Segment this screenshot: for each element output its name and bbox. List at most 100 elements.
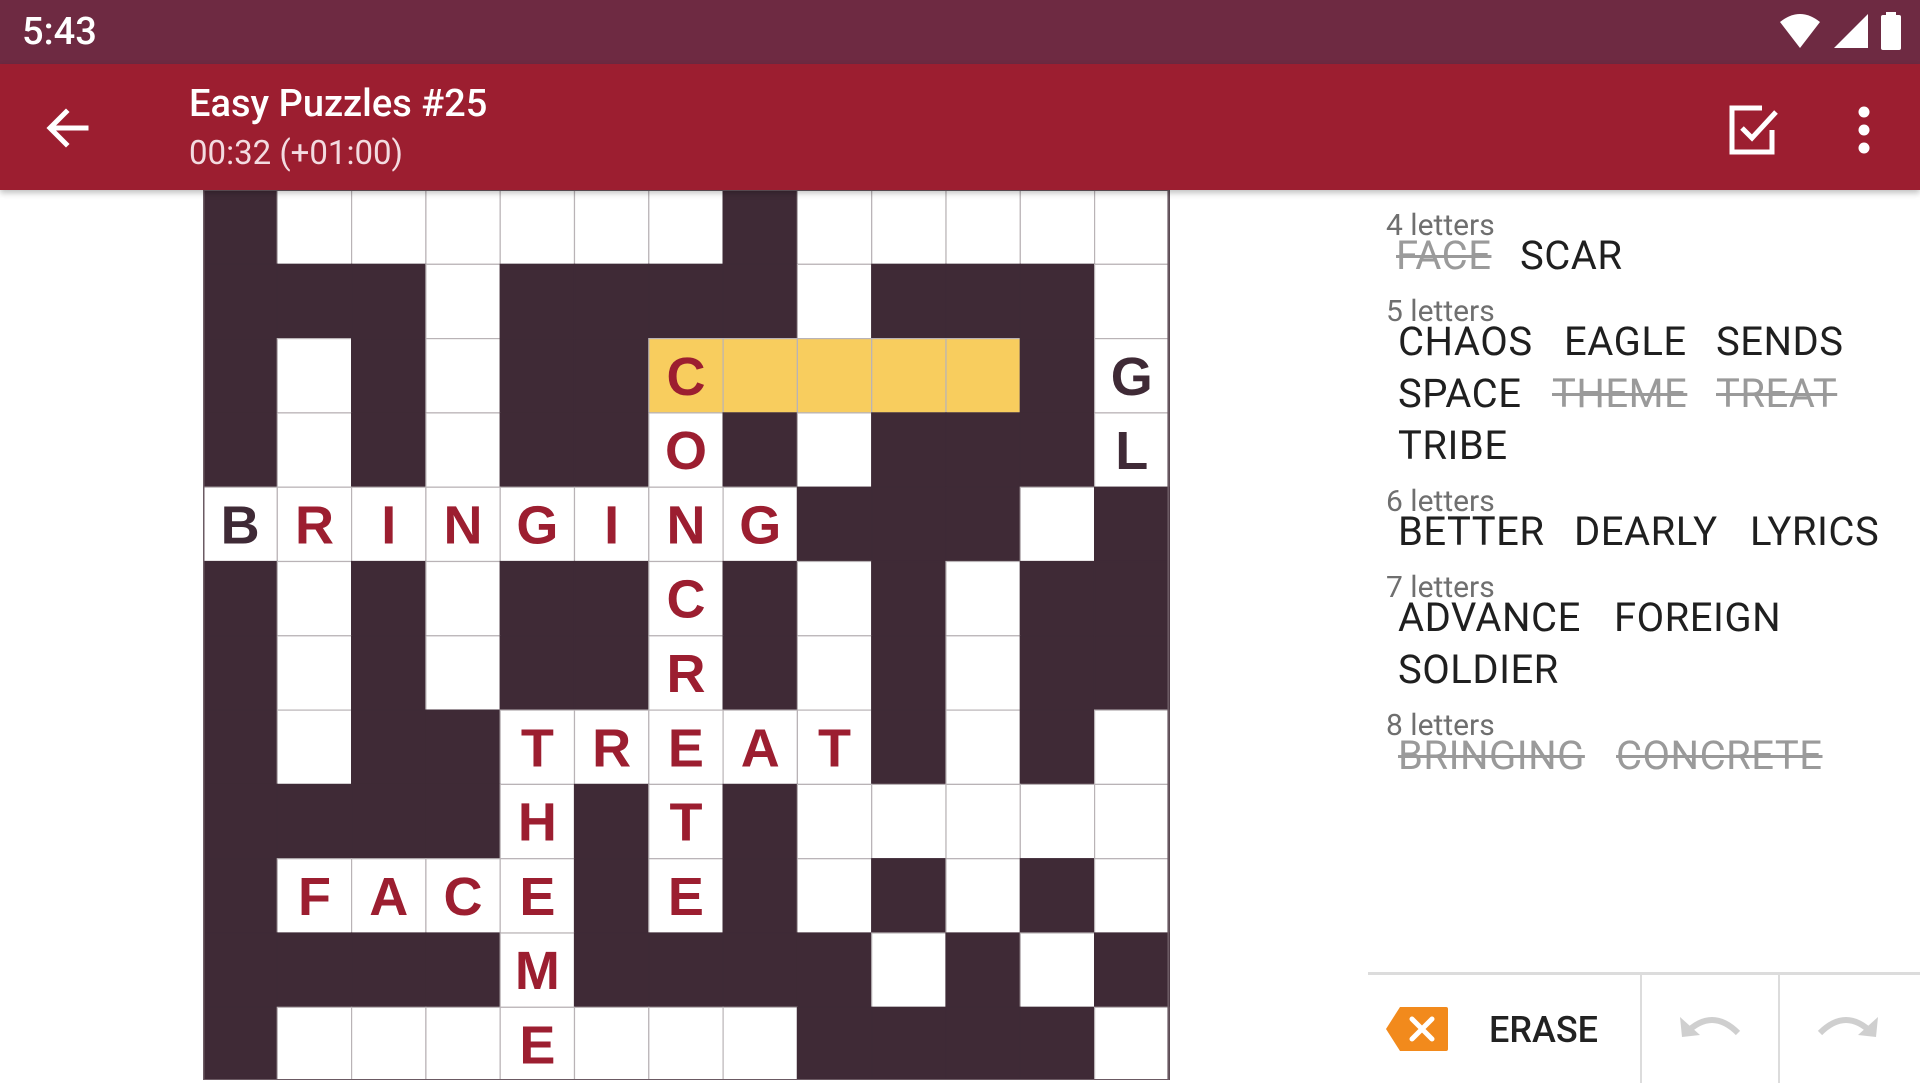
grid-cell[interactable] (276, 635, 353, 711)
grid-letter: R (295, 495, 334, 555)
grid-cell[interactable] (722, 338, 798, 414)
grid-cell[interactable] (276, 338, 353, 414)
grid-cell-block (648, 263, 724, 340)
wifi-icon (1780, 14, 1821, 48)
grid-cell-block (722, 560, 798, 637)
grid-cell[interactable] (573, 190, 650, 265)
grid-cell-block (203, 560, 278, 637)
status-icons (1772, 12, 1902, 52)
grid-cell[interactable] (945, 858, 1021, 934)
grid-cell[interactable] (425, 190, 501, 265)
grid-cell[interactable] (351, 1006, 427, 1080)
undo-button[interactable] (1642, 975, 1778, 1083)
grid-cell-block (1019, 635, 1096, 711)
grid-cell-block (796, 1006, 873, 1080)
grid-cell[interactable] (1093, 858, 1170, 934)
grid-cell-block (573, 412, 650, 488)
word-remaining: SENDS (1716, 318, 1844, 365)
grid-cell-block (499, 338, 576, 414)
grid-cell[interactable] (425, 263, 501, 340)
grid-cell[interactable] (499, 190, 576, 265)
grid-cell[interactable] (796, 560, 873, 637)
grid-letter: I (604, 495, 619, 555)
grid-cell[interactable] (945, 783, 1021, 860)
grid-cell[interactable] (871, 783, 947, 860)
grid-cell-block (351, 412, 427, 488)
grid-cell[interactable] (648, 190, 724, 265)
grid-cell[interactable] (722, 1006, 798, 1080)
grid-cell[interactable] (945, 338, 1021, 414)
grid-cell[interactable] (796, 412, 873, 488)
grid-cell-block (573, 932, 650, 1008)
grid-cell[interactable] (276, 1006, 353, 1080)
grid-cell[interactable] (1093, 190, 1170, 265)
grid-cell[interactable] (945, 190, 1021, 265)
erase-label: ERASE (1489, 1009, 1599, 1051)
more-options-button[interactable] (1840, 100, 1888, 160)
grid-cell-block (203, 635, 278, 711)
crossword-grid[interactable]: CGOLBRINGINGCRTREATHTFACEEME (203, 190, 1170, 1080)
grid-cell[interactable] (796, 263, 873, 340)
grid-cell[interactable] (351, 190, 427, 265)
grid-cell[interactable] (1019, 783, 1096, 860)
redo-button[interactable] (1780, 975, 1920, 1083)
grid-cell[interactable] (425, 1006, 501, 1080)
grid-cell[interactable] (648, 1006, 724, 1080)
grid-cell-block (1019, 412, 1096, 488)
word-remaining: SPACE (1398, 370, 1522, 417)
grid-cell-block (351, 709, 427, 785)
undo-icon (1680, 1017, 1741, 1037)
grid-cell[interactable] (1093, 709, 1170, 785)
grid-cell-block (203, 412, 278, 488)
grid-cell[interactable] (796, 783, 873, 860)
grid-cell-block (871, 1006, 947, 1080)
grid-cell[interactable] (276, 709, 353, 785)
grid-cell[interactable] (425, 412, 501, 488)
grid-cell[interactable] (276, 412, 353, 488)
grid-cell[interactable] (796, 338, 873, 414)
grid-cell[interactable] (1019, 190, 1096, 265)
grid-cell[interactable] (871, 190, 947, 265)
grid-cell[interactable] (425, 560, 501, 637)
grid-cell[interactable] (945, 709, 1021, 785)
grid-cell[interactable] (1019, 932, 1096, 1008)
check-button[interactable] (1722, 100, 1782, 160)
grid-cell[interactable] (1093, 783, 1170, 860)
grid-cell[interactable] (425, 635, 501, 711)
more-vert-icon (1858, 106, 1870, 154)
grid-cell[interactable] (1093, 1006, 1170, 1080)
grid-cell[interactable] (1093, 263, 1170, 340)
grid-cell[interactable] (796, 858, 873, 934)
grid-cell[interactable] (276, 190, 353, 265)
word-remaining: FOREIGN (1614, 594, 1782, 641)
grid-cell[interactable] (945, 635, 1021, 711)
grid-cell-block (1093, 635, 1170, 711)
grid-cell[interactable] (796, 635, 873, 711)
check-box-icon (1729, 105, 1778, 155)
grid-letter: E (668, 718, 704, 778)
word-remaining: BETTER (1398, 508, 1545, 555)
grid-letter: C (666, 570, 705, 630)
grid-letter: A (369, 867, 408, 927)
grid-cell-block (1093, 486, 1170, 563)
grid-cell-block (722, 263, 798, 340)
grid-cell[interactable] (871, 338, 947, 414)
grid-letter: L (1115, 421, 1148, 481)
grid-cell[interactable] (573, 1006, 650, 1080)
grid-cell-block (722, 635, 798, 711)
grid-cell[interactable] (1019, 486, 1096, 563)
grid-cell-block (722, 932, 798, 1008)
grid-cell[interactable] (276, 560, 353, 637)
grid-cell[interactable] (425, 338, 501, 414)
back-button[interactable] (38, 98, 108, 158)
grid-cell-block (871, 263, 947, 340)
arrow-back-icon (46, 108, 89, 148)
erase-button[interactable]: ERASE (1368, 975, 1640, 1083)
grid-cell-block (351, 783, 427, 860)
grid-cell-block (871, 709, 947, 785)
grid-cell[interactable] (945, 560, 1021, 637)
grid-cell[interactable] (871, 932, 947, 1008)
cell-signal-icon (1834, 14, 1869, 48)
grid-cell[interactable] (796, 190, 873, 265)
grid-cell-block (203, 858, 278, 934)
